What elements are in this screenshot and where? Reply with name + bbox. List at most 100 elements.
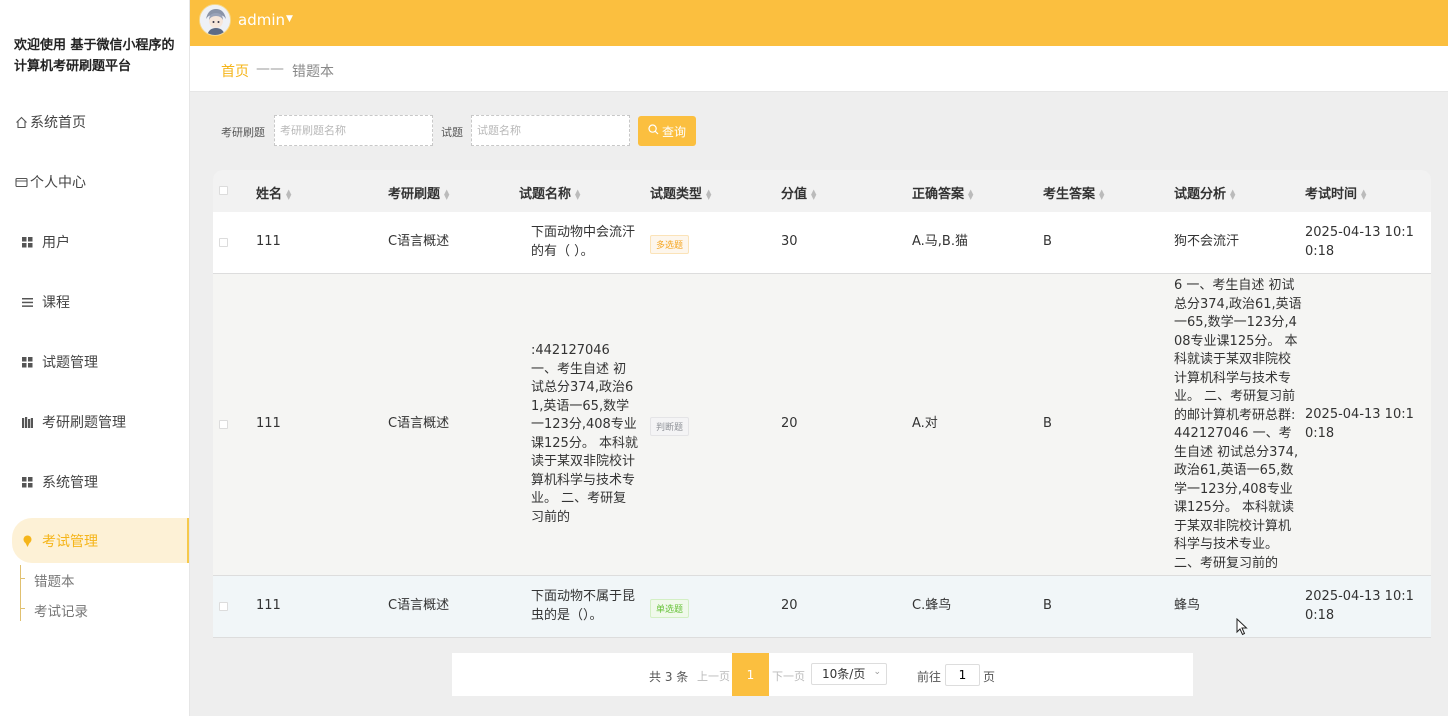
breadcrumb: 首页 —— 错题本 — [190, 46, 1448, 92]
sidebar-item-label: 考研刷题管理 — [42, 415, 126, 431]
grid-icon — [20, 356, 34, 368]
breadcrumb-current: 错题本 — [292, 64, 334, 80]
caret-down-icon[interactable]: ▼ — [286, 14, 293, 24]
next-page-button[interactable]: 下一页 — [772, 668, 805, 684]
table-row[interactable]: 111 C语言概述 :442127046 一、考生自述 初试总分374,政治61… — [213, 274, 1431, 576]
sidebar-item-system[interactable]: 系统管理 — [0, 462, 189, 502]
submenu-tick — [20, 608, 25, 609]
sort-icon: ▲ ▼ — [1230, 187, 1236, 201]
row-checkbox[interactable] — [219, 602, 228, 611]
cell-correct: A.对 — [912, 416, 938, 431]
sort-icon: ▲ ▼ — [1361, 187, 1367, 201]
exam-name-input[interactable] — [274, 115, 433, 146]
goto-unit: 页 — [983, 670, 996, 684]
submenu-item-exam-records[interactable]: 考试记录 — [34, 600, 88, 620]
table-row[interactable]: 111 C语言概述 下面动物中会流汗的有（ ）。 多选题 30 A.马,B.猫 … — [213, 212, 1431, 274]
row-checkbox[interactable] — [219, 420, 228, 429]
goto-label: 前往 — [917, 670, 942, 684]
sidebar-item-label: 系统首页 — [30, 115, 86, 131]
cell-exam: C语言概述 — [388, 598, 450, 613]
username[interactable]: admin — [238, 11, 285, 29]
column-header[interactable]: 试题类型 ▲ ▼ — [650, 183, 711, 202]
sidebar-item-label: 用户 — [42, 235, 70, 251]
cell-score: 20 — [781, 598, 798, 613]
question-name-input[interactable] — [471, 115, 630, 146]
cell-name: 111 — [256, 598, 281, 613]
breadcrumb-home[interactable]: 首页 — [221, 61, 249, 81]
list-icon — [20, 297, 34, 308]
sort-icon: ▲ ▼ — [575, 187, 581, 201]
column-header[interactable]: 考研刷题 ▲ ▼ — [388, 183, 449, 202]
column-header[interactable]: 考生答案 ▲ ▼ — [1043, 183, 1104, 202]
chevron-down-icon: ⌄ — [873, 667, 881, 677]
home-icon — [14, 116, 28, 129]
search-button[interactable]: 查询 — [638, 116, 696, 146]
cell-name: 111 — [256, 234, 281, 249]
avatar[interactable] — [199, 4, 231, 36]
cell-time: 2025-04-13 10:10:18 — [1305, 225, 1414, 259]
row-checkbox[interactable] — [219, 238, 228, 247]
sidebar-item-home[interactable]: 系统首页 — [0, 102, 189, 142]
search-icon — [648, 124, 659, 138]
sort-icon: ▲ ▼ — [1099, 187, 1105, 201]
cell-answer: B — [1043, 416, 1052, 431]
sort-icon: ▲ ▼ — [286, 187, 292, 201]
column-header[interactable]: 试题名称 ▲ ▼ — [519, 183, 580, 202]
sort-icon: ▲ ▼ — [706, 187, 712, 201]
pagination: 共 3 条 上一页 1 下一页 10条/页 ⌄ 前往 页 — [452, 653, 1193, 696]
cell-name: 111 — [256, 416, 281, 431]
sidebar-item-label: 课程 — [42, 295, 70, 311]
cell-exam: C语言概述 — [388, 234, 450, 249]
cell-score: 30 — [781, 234, 798, 249]
column-header[interactable]: 姓名 ▲ ▼ — [256, 183, 291, 202]
cell-score: 20 — [781, 416, 798, 431]
cell-answer: B — [1043, 598, 1052, 613]
column-header[interactable]: 分值 ▲ ▼ — [781, 183, 816, 202]
search-button-label: 查询 — [661, 124, 686, 139]
pagination-total: 共 3 条 — [649, 670, 689, 684]
sidebar-item-label: 系统管理 — [42, 475, 98, 491]
sidebar-item-users[interactable]: 用户 — [0, 222, 189, 262]
goto-page-input[interactable] — [945, 664, 980, 686]
sidebar: 欢迎使用 基于微信小程序的计算机考研刷题平台 系统首页 个人中心 用户 课程 试… — [0, 0, 190, 716]
topbar: admin ▼ — [190, 0, 1448, 46]
prev-page-button[interactable]: 上一页 — [697, 668, 730, 684]
cell-correct: C.蜂鸟 — [912, 598, 952, 613]
sidebar-item-profile[interactable]: 个人中心 — [0, 162, 189, 202]
page-size-select[interactable]: 10条/页 ⌄ — [811, 663, 887, 685]
page-size-value: 10条/页 — [822, 667, 866, 681]
sort-icon: ▲ ▼ — [968, 187, 974, 201]
cell-time: 2025-04-13 10:10:18 — [1305, 589, 1414, 623]
table-row[interactable]: 111 C语言概述 下面动物不属于昆虫的是（）。 单选题 20 C.蜂鸟 B 蜂… — [213, 576, 1431, 638]
column-header[interactable]: 试题分析 ▲ ▼ — [1174, 183, 1235, 202]
grid-icon — [20, 236, 34, 248]
pin-icon — [20, 535, 34, 547]
brand-title: 欢迎使用 基于微信小程序的计算机考研刷题平台 — [14, 38, 175, 74]
sidebar-item-exam-management[interactable]: 考试管理 — [12, 518, 189, 563]
card-icon — [14, 176, 28, 189]
sort-icon: ▲ ▼ — [444, 187, 450, 201]
cell-time: 2025-04-13 10:10:18 — [1305, 407, 1414, 441]
sidebar-item-label: 考试管理 — [42, 533, 98, 550]
grid-icon — [20, 476, 34, 488]
cell-analysis: 6 一、考生自述 初试总分374,政治61,英语一65,数学一123分,408专… — [1174, 278, 1302, 571]
sort-icon: ▲ ▼ — [811, 187, 817, 201]
select-all-checkbox[interactable] — [219, 186, 228, 195]
submenu-item-wrong-book[interactable]: 错题本 — [34, 570, 75, 590]
cell-question: 下面动物中会流汗的有（ ）。 — [531, 225, 636, 259]
sidebar-item-courses[interactable]: 课程 — [0, 282, 189, 322]
search-label-question: 试题 — [441, 126, 463, 139]
column-header[interactable]: 考试时间 ▲ ▼ — [1305, 183, 1366, 202]
breadcrumb-separator: —— — [256, 61, 284, 77]
page-number-button[interactable]: 1 — [732, 653, 769, 696]
cell-exam: C语言概述 — [388, 416, 450, 431]
sidebar-item-questions[interactable]: 试题管理 — [0, 342, 189, 382]
books-icon — [20, 416, 34, 428]
cell-analysis: 蜂鸟 — [1174, 598, 1201, 613]
cell-answer: B — [1043, 234, 1052, 249]
column-header[interactable]: 正确答案 ▲ ▼ — [912, 183, 973, 202]
cell-correct: A.马,B.猫 — [912, 234, 968, 249]
sidebar-item-exam-practice[interactable]: 考研刷题管理 — [0, 402, 189, 442]
table-header: 姓名 ▲ ▼ 考研刷题 ▲ ▼ 试题名称 ▲ ▼ 试题类型 ▲ ▼ 分值 ▲ ▼ 正确答案 ▲ ▼ 考生… — [213, 170, 1431, 212]
type-badge: 判断题 — [650, 417, 690, 436]
